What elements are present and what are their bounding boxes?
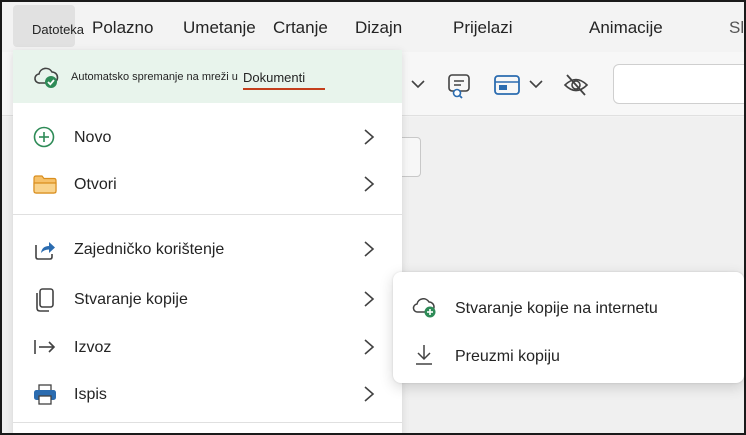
- export-arrow-icon: [34, 340, 56, 354]
- file-menu: Automatsko spremanje na mreži u Dokument…: [13, 50, 402, 433]
- tab-slideshow[interactable]: Sl: [729, 18, 744, 38]
- chevron-down-icon[interactable]: [528, 78, 544, 90]
- chevron-right-icon: [364, 339, 375, 355]
- share-icon: [35, 242, 55, 260]
- menu-item-share[interactable]: Zajedničko korištenje: [13, 227, 402, 271]
- menu-item-export-label: Izvoz: [74, 339, 112, 356]
- submenu-item-download[interactable]: Preuzmi kopiju: [393, 333, 744, 377]
- tab-draw[interactable]: Crtanje: [273, 18, 328, 38]
- menu-item-save-copy-label: Stvaranje kopije: [74, 291, 188, 308]
- toolbar-search-box[interactable]: [613, 64, 744, 104]
- save-copy-submenu: Stvaranje kopije na internetu Preuzmi ko…: [393, 272, 744, 383]
- autosave-banner[interactable]: Automatsko spremanje na mreži u Dokument…: [13, 50, 402, 103]
- menu-item-share-label: Zajedničko korištenje: [74, 241, 225, 258]
- submenu-item-download-label: Preuzmi kopiju: [455, 348, 560, 365]
- menu-divider: [13, 422, 402, 423]
- folder-icon: [33, 175, 57, 194]
- tab-transitions[interactable]: Prijelazi: [453, 18, 513, 38]
- tab-design[interactable]: Dizajn: [355, 18, 402, 38]
- chevron-right-icon: [364, 129, 375, 145]
- menu-item-export[interactable]: Izvoz: [13, 325, 402, 369]
- tab-home[interactable]: Polazno: [92, 18, 153, 38]
- tab-animations[interactable]: Animacije: [589, 18, 663, 38]
- cloud-check-icon: [34, 67, 59, 88]
- menu-item-open[interactable]: Otvori: [13, 162, 402, 206]
- chevron-right-icon: [364, 291, 375, 307]
- submenu-item-save-online[interactable]: Stvaranje kopije na internetu: [393, 285, 744, 329]
- menu-item-new-label: Novo: [74, 129, 112, 146]
- comment-search-icon[interactable]: [445, 72, 473, 100]
- chevron-right-icon: [364, 386, 375, 402]
- plus-circle-icon: [33, 126, 55, 148]
- ribbon-tabs: Datoteka Polazno Umetanje Crtanje Dizajn…: [2, 2, 744, 52]
- hide-eye-icon[interactable]: [562, 72, 590, 98]
- tab-file[interactable]: Datoteka: [13, 5, 84, 47]
- chevron-down-icon[interactable]: [410, 78, 426, 90]
- chevron-right-icon: [364, 241, 375, 257]
- copy-icon: [36, 288, 54, 312]
- chevron-right-icon: [364, 176, 375, 192]
- menu-item-new[interactable]: Novo: [13, 115, 402, 159]
- submenu-item-save-online-label: Stvaranje kopije na internetu: [455, 300, 658, 317]
- autosave-text: Automatsko spremanje na mreži u: [71, 71, 238, 83]
- download-icon: [416, 345, 432, 365]
- menu-divider: [13, 214, 402, 215]
- app-window: Datoteka Polazno Umetanje Crtanje Dizajn…: [0, 0, 746, 435]
- printer-icon: [34, 384, 56, 405]
- cloud-add-icon: [412, 298, 436, 318]
- menu-item-print-label: Ispis: [74, 386, 107, 403]
- menu-item-print[interactable]: Ispis: [13, 372, 402, 416]
- menu-item-save-copy[interactable]: Stvaranje kopije: [13, 277, 402, 321]
- menu-item-open-label: Otvori: [74, 176, 117, 193]
- autosave-location[interactable]: Dokumenti: [243, 70, 326, 90]
- tab-insert[interactable]: Umetanje: [183, 18, 256, 38]
- layout-icon[interactable]: [493, 73, 521, 97]
- tab-file-label: Datoteka: [32, 22, 85, 37]
